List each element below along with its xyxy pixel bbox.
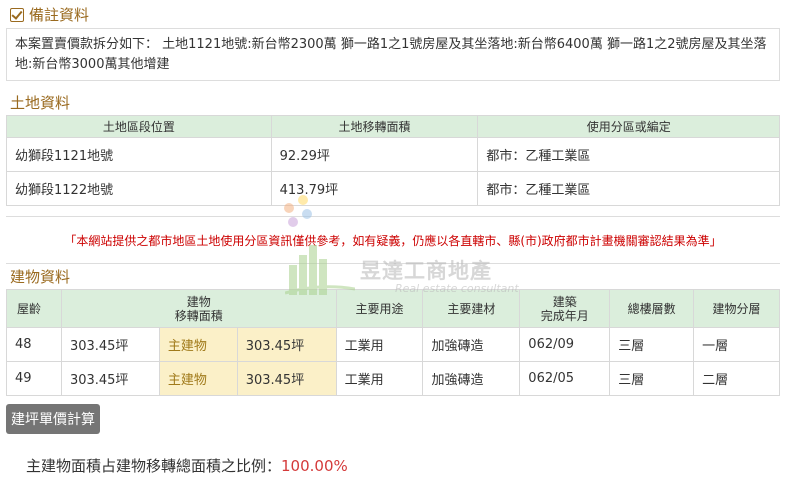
- building-header-area-line2: 移轉面積: [174, 308, 223, 323]
- building-header-built: 建築 完成年月: [519, 289, 611, 328]
- building-built-cell: 062/09: [519, 327, 611, 362]
- building-kind-cell: 主建物: [158, 361, 238, 396]
- building-header-material: 主要建材: [422, 289, 521, 328]
- building-header-age: 屋齡: [6, 289, 62, 328]
- land-location-cell: 幼獅段1122地號: [6, 171, 272, 206]
- land-area-cell: 92.29坪: [270, 137, 479, 172]
- land-header-location: 土地區段位置: [6, 115, 272, 138]
- remarks-section-title: 備註資料: [10, 4, 89, 25]
- checkbox-icon: [10, 7, 24, 22]
- land-zoning-cell: 都市：乙種工業區: [477, 137, 780, 172]
- unit-price-calc-button[interactable]: 建坪單價計算: [6, 404, 100, 434]
- land-section-title: 土地資料: [10, 94, 71, 112]
- building-built-cell: 062/05: [519, 361, 611, 396]
- building-area-cell: 303.45坪: [60, 327, 160, 362]
- building-age-cell: 48: [6, 327, 62, 362]
- building-kind-cell: 主建物: [158, 327, 238, 362]
- land-table: 土地區段位置 土地移轉面積 使用分區或編定 幼獅段1121地號 92.29坪 都…: [6, 115, 780, 206]
- building-material-cell: 加強磚造: [422, 361, 521, 396]
- ratio-value: 100.00%: [281, 457, 348, 475]
- building-use-cell: 工業用: [335, 361, 424, 396]
- land-header-zoning: 使用分區或編定: [477, 115, 780, 138]
- building-header-area-line1: 建物: [186, 294, 211, 309]
- land-location-cell: 幼獅段1121地號: [6, 137, 272, 172]
- building-header-floors: 總樓層數: [609, 289, 695, 328]
- building-use-cell: 工業用: [335, 327, 424, 362]
- building-header-area: 建物 移轉面積: [60, 289, 337, 328]
- table-row: 幼獅段1122地號 413.79坪 都市：乙種工業區: [6, 171, 780, 206]
- main-building-ratio: 主建物面積占建物移轉總面積之比例：100.00%: [26, 455, 348, 476]
- building-level-cell: 二層: [693, 361, 780, 396]
- building-table: 屋齡 建物 移轉面積 主要用途 主要建材 建築 完成年月 總樓層數 建物分層 4…: [6, 289, 780, 396]
- building-floors-cell: 三層: [609, 361, 695, 396]
- building-material-cell: 加強磚造: [422, 327, 521, 362]
- remarks-text: 本案置賣價款拆分如下： 土地1121地號:新台幣2300萬 獅一路1之1號房屋及…: [6, 28, 780, 81]
- building-header-built-line1: 建築: [552, 294, 577, 309]
- ratio-label: 主建物面積占建物移轉總面積之比例：: [26, 457, 282, 475]
- land-table-header-row: 土地區段位置 土地移轉面積 使用分區或編定: [6, 115, 780, 138]
- building-kind-area-cell: 303.45坪: [236, 327, 337, 362]
- building-header-use: 主要用途: [335, 289, 424, 328]
- building-section-title: 建物資料: [10, 268, 71, 286]
- building-kind-area-cell: 303.45坪: [236, 361, 337, 396]
- building-table-header-row: 屋齡 建物 移轉面積 主要用途 主要建材 建築 完成年月 總樓層數 建物分層: [6, 289, 780, 328]
- building-area-cell: 303.45坪: [60, 361, 160, 396]
- zoning-notice: 「本網站提供之都市地區土地使用分區資訊僅供參考，如有疑義，仍應以各直轄市、縣(市…: [6, 216, 780, 264]
- remarks-title-text: 備註資料: [29, 6, 90, 24]
- building-level-cell: 一層: [693, 327, 780, 362]
- land-area-cell: 413.79坪: [270, 171, 479, 206]
- building-header-level: 建物分層: [693, 289, 780, 328]
- land-zoning-cell: 都市：乙種工業區: [477, 171, 780, 206]
- table-row: 49 303.45坪 主建物 303.45坪 工業用 加強磚造 062/05 三…: [6, 361, 780, 396]
- building-floors-cell: 三層: [609, 327, 695, 362]
- building-header-built-line2: 完成年月: [540, 308, 589, 323]
- building-age-cell: 49: [6, 361, 62, 396]
- table-row: 48 303.45坪 主建物 303.45坪 工業用 加強磚造 062/09 三…: [6, 327, 780, 362]
- table-row: 幼獅段1121地號 92.29坪 都市：乙種工業區: [6, 137, 780, 172]
- land-header-area: 土地移轉面積: [270, 115, 479, 138]
